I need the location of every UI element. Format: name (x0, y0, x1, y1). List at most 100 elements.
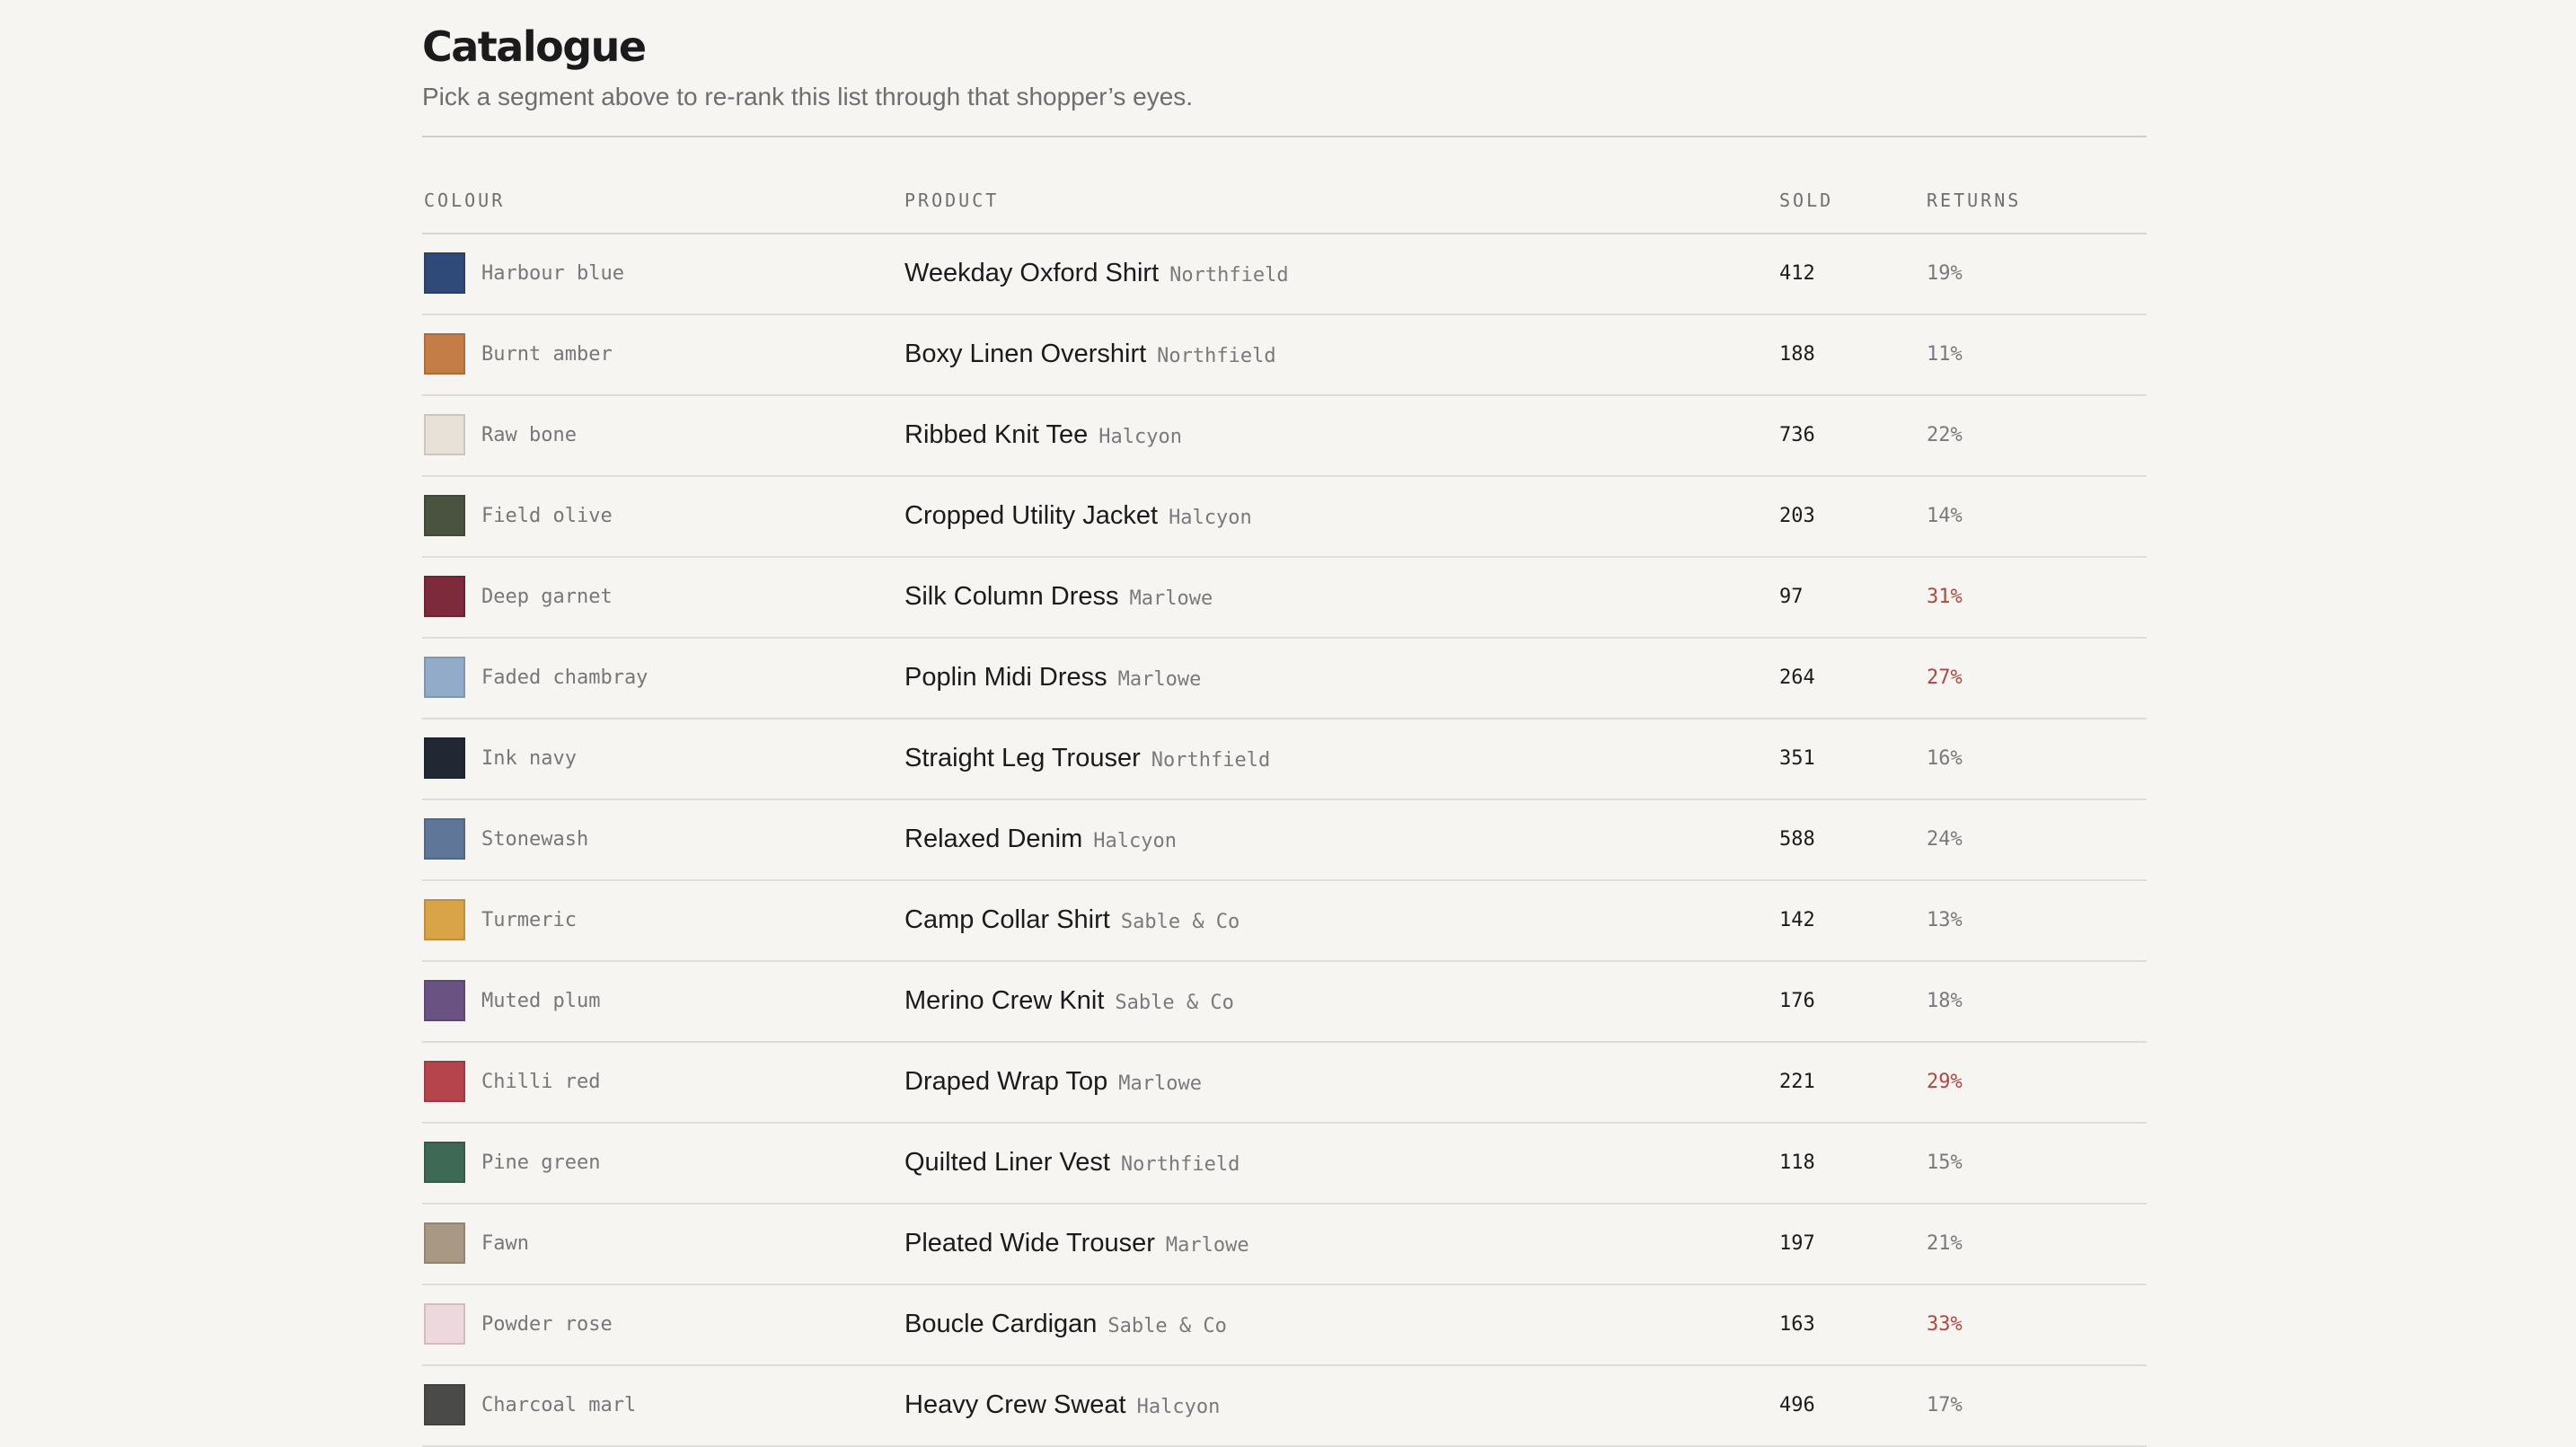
sold-count: 588 (1779, 828, 1815, 851)
product-name[interactable]: Quilted Liner Vest (904, 1148, 1110, 1177)
page-subtitle: Pick a segment above to re-rank this lis… (422, 83, 1194, 110)
colour-swatch (424, 657, 465, 698)
table-row[interactable]: Raw bone Ribbed Knit Tee Halcyon 736 22% (422, 396, 2147, 477)
sold-count: 496 (1779, 1394, 1815, 1416)
colour-name: Muted plum (481, 990, 601, 1012)
colour-swatch (424, 1384, 465, 1425)
returns-rate: 19% (1927, 262, 1963, 285)
product-cell: Ribbed Knit Tee Halcyon (904, 419, 1182, 454)
column-header-colour[interactable]: COLOUR (424, 190, 505, 211)
brand-name: Marlowe (1117, 668, 1202, 691)
table-row[interactable]: Burnt amber Boxy Linen Overshirt Northfiel… (422, 315, 2147, 396)
colour-name: Field olive (481, 505, 613, 527)
sold-count: 142 (1779, 909, 1815, 931)
product-name[interactable]: Cropped Utility Jacket (904, 501, 1158, 530)
table-row[interactable]: Charcoal marl Heavy Crew Sweat Halcyon 496 1… (422, 1366, 2147, 1447)
table-row[interactable]: Chilli red Draped Wrap Top Marlowe 221 29% (422, 1043, 2147, 1124)
catalogue-table-body: Harbour blue Weekday Oxford Shirt Northfie… (422, 234, 2147, 1447)
column-header-returns[interactable]: RETURNS (1927, 190, 2021, 211)
returns-rate: 24% (1927, 828, 1963, 851)
brand-name: Northfield (1157, 345, 1276, 367)
colour-swatch (424, 899, 465, 940)
sold-count: 264 (1779, 666, 1815, 689)
product-name[interactable]: Camp Collar Shirt (904, 905, 1110, 934)
product-name[interactable]: Poplin Midi Dress (904, 663, 1107, 692)
colour-name: Powder rose (481, 1313, 613, 1336)
returns-rate: 29% (1927, 1071, 1963, 1093)
brand-name: Northfield (1120, 1153, 1240, 1176)
colour-name: Fawn (481, 1232, 529, 1255)
product-name[interactable]: Merino Crew Knit (904, 986, 1104, 1015)
product-cell: Quilted Liner Vest Northfield (904, 1147, 1239, 1182)
colour-name: Harbour blue (481, 262, 624, 285)
returns-rate: 33% (1927, 1313, 1963, 1336)
returns-rate: 11% (1927, 343, 1963, 366)
page-title: Catalogue (422, 22, 647, 71)
table-row[interactable]: Field olive Cropped Utility Jacket Halcyon… (422, 477, 2147, 558)
column-header-product[interactable]: PRODUCT (904, 190, 999, 211)
table-row[interactable]: Fawn Pleated Wide Trouser Marlowe 197 21% (422, 1204, 2147, 1285)
table-row[interactable]: Deep garnet Silk Column Dress Marlowe 97 31% (422, 558, 2147, 639)
sold-count: 176 (1779, 990, 1815, 1012)
sold-count: 197 (1779, 1232, 1815, 1255)
colour-swatch (424, 414, 465, 455)
colour-swatch (424, 1061, 465, 1102)
product-cell: Weekday Oxford Shirt Northfield (904, 258, 1289, 293)
product-name[interactable]: Draped Wrap Top (904, 1067, 1107, 1096)
table-row[interactable]: Stonewash Relaxed Denim Halcyon 588 24% (422, 800, 2147, 881)
brand-name: Halcyon (1093, 830, 1177, 852)
returns-rate: 22% (1927, 424, 1963, 446)
product-cell: Cropped Utility Jacket Halcyon (904, 500, 1252, 535)
sold-count: 203 (1779, 505, 1815, 527)
brand-name: Halcyon (1169, 507, 1252, 529)
table-row[interactable]: Harbour blue Weekday Oxford Shirt Northfie… (422, 234, 2147, 315)
product-cell: Silk Column Dress Marlowe (904, 581, 1213, 616)
colour-name: Ink navy (481, 747, 577, 770)
product-cell: Straight Leg Trouser Northfield (904, 743, 1270, 778)
product-cell: Boucle Cardigan Sable & Co (904, 1309, 1227, 1344)
product-name[interactable]: Heavy Crew Sweat (904, 1390, 1126, 1419)
product-cell: Relaxed Denim Halcyon (904, 824, 1177, 859)
product-name[interactable]: Weekday Oxford Shirt (904, 259, 1159, 287)
colour-swatch (424, 1222, 465, 1264)
brand-name: Sable & Co (1107, 1315, 1227, 1337)
product-name[interactable]: Pleated Wide Trouser (904, 1229, 1155, 1257)
product-name[interactable]: Relaxed Denim (904, 825, 1082, 853)
brand-name: Marlowe (1129, 587, 1213, 610)
product-name[interactable]: Straight Leg Trouser (904, 744, 1141, 772)
brand-name: Northfield (1169, 264, 1289, 287)
colour-name: Chilli red (481, 1071, 601, 1093)
colour-swatch (424, 495, 465, 536)
sold-count: 221 (1779, 1071, 1815, 1093)
product-name[interactable]: Ribbed Knit Tee (904, 420, 1088, 449)
returns-rate: 16% (1927, 747, 1963, 770)
colour-name: Pine green (481, 1151, 601, 1174)
colour-swatch (424, 737, 465, 779)
colour-name: Deep garnet (481, 586, 613, 608)
product-name[interactable]: Boucle Cardigan (904, 1310, 1097, 1338)
product-name[interactable]: Silk Column Dress (904, 582, 1119, 611)
sold-count: 188 (1779, 343, 1815, 366)
product-cell: Heavy Crew Sweat Halcyon (904, 1390, 1220, 1425)
table-row[interactable]: Faded chambray Poplin Midi Dress Marlowe 26… (422, 639, 2147, 719)
returns-rate: 17% (1927, 1394, 1963, 1416)
brand-name: Halcyon (1136, 1396, 1221, 1418)
table-row[interactable]: Muted plum Merino Crew Knit Sable & Co 176 1… (422, 962, 2147, 1043)
column-header-sold[interactable]: SOLD (1779, 190, 1833, 211)
product-name[interactable]: Boxy Linen Overshirt (904, 340, 1146, 368)
table-row[interactable]: Ink navy Straight Leg Trouser Northfield 35… (422, 719, 2147, 800)
sold-count: 97 (1779, 586, 1804, 608)
table-row[interactable]: Powder rose Boucle Cardigan Sable & Co 163 3… (422, 1285, 2147, 1366)
returns-rate: 18% (1927, 990, 1963, 1012)
colour-name: Faded chambray (481, 666, 648, 689)
table-row[interactable]: Turmeric Camp Collar Shirt Sable & Co 142 13… (422, 881, 2147, 962)
product-cell: Boxy Linen Overshirt Northfield (904, 339, 1276, 374)
header-divider (422, 136, 2147, 137)
colour-swatch (424, 252, 465, 294)
table-row[interactable]: Pine green Quilted Liner Vest Northfield 11… (422, 1124, 2147, 1204)
brand-name: Sable & Co (1115, 992, 1234, 1014)
sold-count: 163 (1779, 1313, 1815, 1336)
colour-swatch (424, 1142, 465, 1183)
colour-name: Raw bone (481, 424, 577, 446)
sold-count: 412 (1779, 262, 1815, 285)
